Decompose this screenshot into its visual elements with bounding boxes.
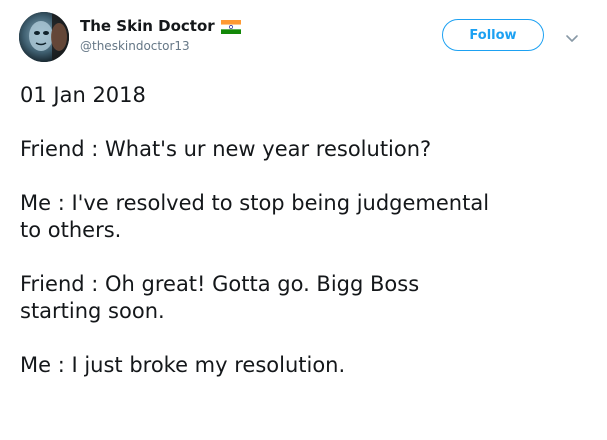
tweet-line: Friend : What's ur new year resolution?	[20, 137, 432, 161]
avatar[interactable]	[19, 12, 69, 62]
author-names: The Skin Doctor @theskindoctor13	[80, 16, 241, 53]
chevron-down-icon[interactable]	[565, 29, 579, 42]
tweet-header: The Skin Doctor @theskindoctor13 Follow	[19, 12, 589, 64]
tweet-line: Friend : Oh great! Gotta go. Bigg Boss	[20, 272, 420, 296]
display-name[interactable]: The Skin Doctor	[80, 17, 215, 35]
avatar-image	[19, 12, 69, 62]
india-flag-icon	[220, 19, 241, 34]
tweet-line: 01 Jan 2018	[20, 83, 146, 107]
follow-button[interactable]: Follow	[442, 19, 544, 51]
tweet-line: to others.	[20, 218, 122, 242]
tweet-line: Me : I've resolved to stop being judgeme…	[20, 191, 490, 215]
tweet-line: Me : I just broke my resolution.	[20, 353, 346, 377]
tweet-line: starting soon.	[20, 299, 165, 323]
tweet-text: 01 Jan 2018 Friend : What's ur new year …	[20, 82, 590, 379]
user-handle[interactable]: @theskindoctor13	[80, 39, 241, 53]
